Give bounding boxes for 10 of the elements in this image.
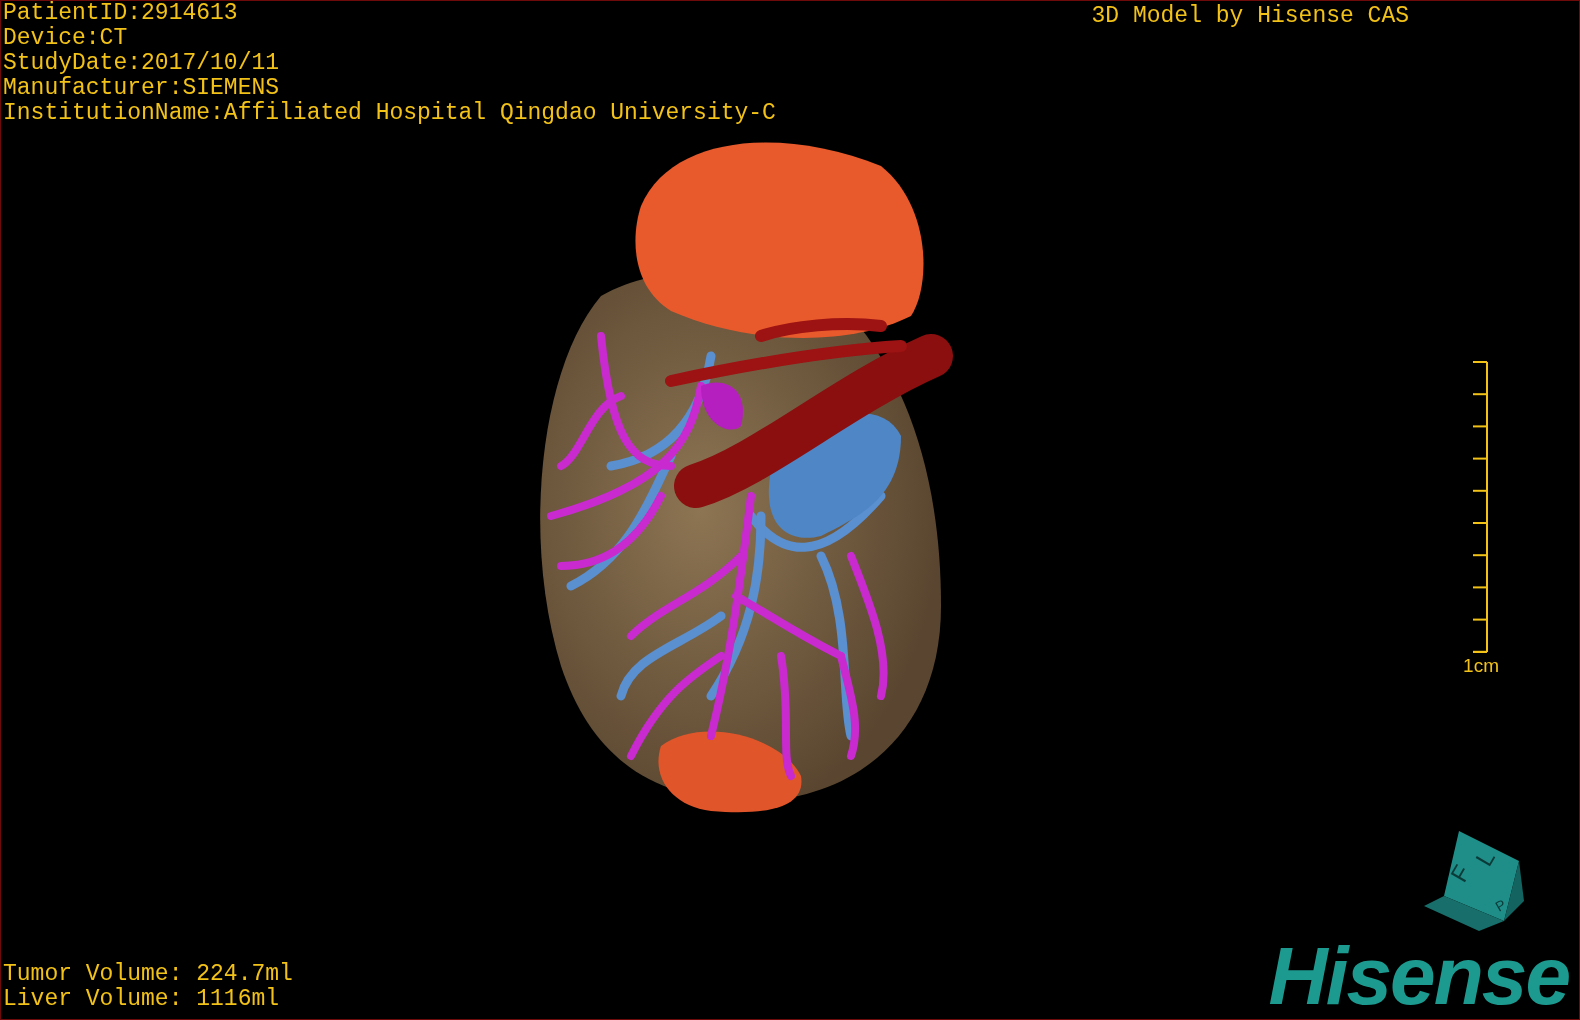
patient-info-text: Manufacturer:SIEMENS [3, 76, 281, 101]
viewer-title: 3D Model by Hisense CAS [1091, 2, 1409, 31]
volume-text: Liver Volume: 1116ml [3, 987, 281, 1012]
patient-info-text: StudyDate:2017/10/11 [3, 51, 281, 76]
patient-info-text: Device:CT [3, 26, 129, 51]
volume-text: Tumor Volume: 224.7ml [3, 962, 293, 987]
brand-logo: Hisense [1268, 936, 1569, 1020]
patient-info-text: PatientID:2914613 [3, 1, 239, 26]
scale-label: 1cm [1463, 655, 1499, 677]
patient-info-text: InstitutionName:Affiliated Hospital Qingdao University-C [3, 101, 776, 126]
